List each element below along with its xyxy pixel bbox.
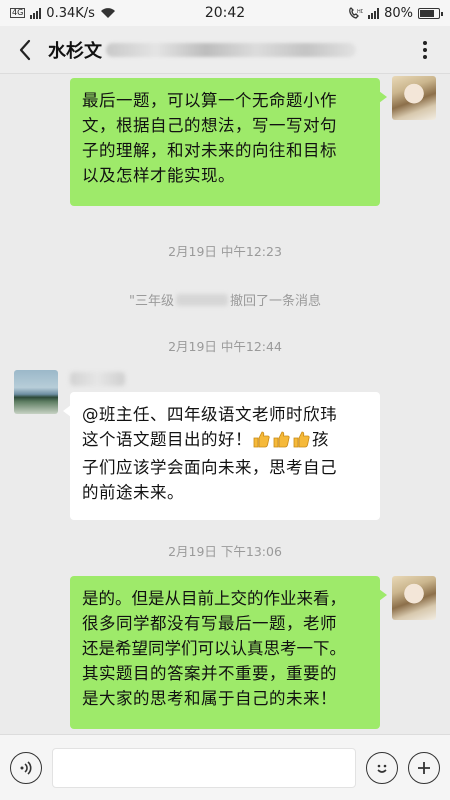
message-bubble-incoming[interactable]: @班主任、四年级语文老师时欣玮 这个语文题目出的好！ 孩 子们应该学会面向未来，思… — [63, 392, 380, 520]
input-bar — [0, 734, 450, 800]
chat-title: 水杉文 — [48, 40, 102, 62]
message-line: 还是希望同学们可以认真思考一下。 — [82, 639, 346, 658]
message-bubble-outgoing[interactable]: 最后一题，可以算一个无命题小作 文，根据自己的想法，写一写对句 子的理解，和对未… — [70, 78, 387, 206]
battery-percent: 80% — [384, 5, 413, 21]
avatar-contact[interactable] — [14, 370, 58, 414]
message-line: 孩 — [312, 430, 329, 449]
network-speed: 0.34K/s — [46, 5, 95, 21]
hd-call-icon: HD — [349, 6, 363, 19]
signal-icon — [30, 7, 42, 19]
message-line: 是的。但是从目前上交的作业来看， — [82, 589, 346, 608]
message-line: 的前途未来。 — [82, 483, 184, 502]
message-line: 其实题目的答案并不重要，重要的 — [82, 664, 337, 683]
message-input[interactable] — [52, 747, 356, 788]
recall-notice: "三年级 撤回了一条消息 — [0, 290, 450, 309]
timestamp: 2月19日 中午12:44 — [168, 339, 282, 354]
avatar-self[interactable] — [392, 76, 436, 120]
voice-icon[interactable] — [10, 751, 42, 784]
chat-area[interactable]: 最后一题，可以算一个无命题小作 文，根据自己的想法，写一写对句 子的理解，和对未… — [0, 74, 450, 734]
chevron-left-icon[interactable] — [12, 37, 38, 63]
message-line: 以及怎样才能实现。 — [82, 166, 235, 185]
avatar-self[interactable] — [392, 576, 436, 620]
wifi-icon — [100, 8, 115, 18]
message-line: 这个语文题目出的好！ — [82, 430, 252, 449]
plus-icon[interactable] — [408, 751, 440, 784]
signal-type-badge: 4G — [10, 8, 26, 18]
svg-text:HD: HD — [357, 9, 363, 15]
battery-icon — [418, 7, 443, 19]
message-bubble-outgoing[interactable]: 是的。但是从目前上交的作业来看， 很多同学都没有写最后一题，老师 还是希望同学们… — [70, 576, 387, 729]
message-line: 文，根据自己的想法，写一写对句 — [82, 116, 337, 135]
signal-icon-2 — [368, 7, 380, 19]
message-line: 子的理解，和对未来的向往和目标 — [82, 141, 337, 160]
thumbs-up-icon — [252, 430, 312, 455]
recall-prefix: "三年级 — [129, 294, 174, 309]
timestamp: 2月19日 中午12:23 — [168, 244, 282, 259]
message-line: @班主任、四年级语文老师时欣玮 — [82, 405, 337, 424]
message-line: 是大家的思考和属于自己的未来！ — [82, 689, 337, 708]
message-line: 很多同学都没有写最后一题，老师 — [82, 614, 337, 633]
message-line: 子们应该学会面向未来，思考自己 — [82, 458, 337, 477]
redacted-name — [175, 293, 228, 306]
message-line: 最后一题，可以算一个无命题小作 — [82, 91, 337, 110]
recall-text: 撤回了一条消息 — [229, 294, 321, 309]
emoji-icon[interactable] — [366, 751, 398, 784]
status-bar: 4G 0.34K/s 20:42 HD 80% — [0, 0, 450, 26]
redacted-sender-name — [70, 372, 125, 386]
more-vertical-icon[interactable] — [412, 37, 438, 63]
chat-header: 水杉文 — [0, 26, 450, 74]
timestamp: 2月19日 下午13:06 — [168, 544, 282, 559]
redacted-title — [106, 42, 356, 57]
